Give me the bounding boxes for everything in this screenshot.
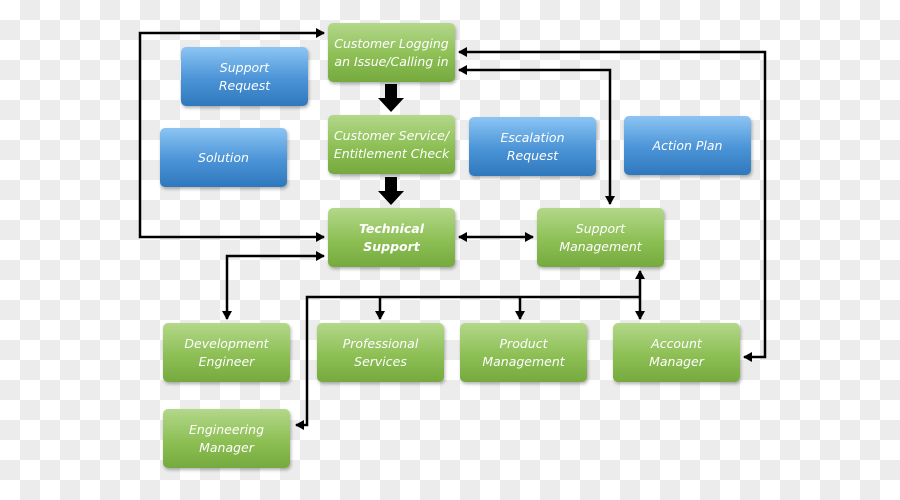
node-customer-logging: Customer Logging an Issue/Calling in [328,23,455,82]
node-action-plan: Action Plan [624,116,751,175]
thick-arrow-1 [378,84,404,112]
node-support-request: Support Request [181,47,308,106]
thick-arrow-2 [378,177,404,205]
node-professional-services: Professional Services [317,323,444,382]
node-product-management: Product Management [460,323,587,382]
node-technical-support: Technical Support [328,208,455,267]
node-account-manager: Account Manager [613,323,740,382]
tech-dev-engineer [222,251,325,320]
loop-right [458,47,767,362]
node-support-management: Support Management [537,208,664,267]
node-development-engineer: Development Engineer [163,323,290,382]
node-escalation-request: Escalation Request [469,117,596,176]
node-engineering-manager: Engineering Manager [163,409,290,468]
node-customer-service: Customer Service/ Entitlement Check [328,115,455,174]
node-solution: Solution [160,128,287,187]
